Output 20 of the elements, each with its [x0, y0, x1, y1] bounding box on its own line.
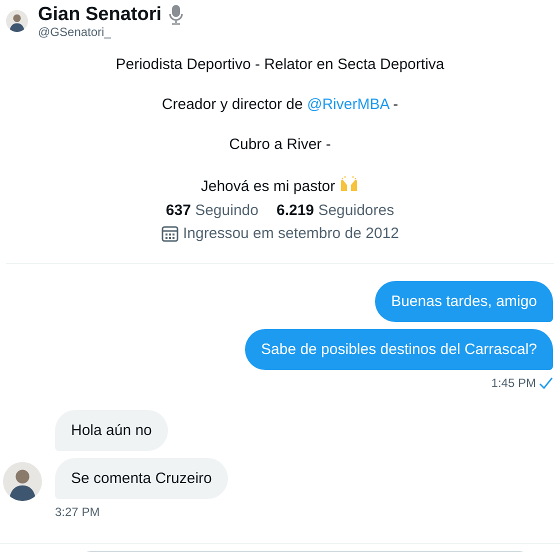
- bio-line: Jehová es mi pastor: [200, 175, 360, 197]
- message-bubble: Sabe de posibles destinos del Carrascal?: [245, 329, 553, 370]
- message-time: 3:27 PM: [55, 505, 100, 519]
- bio-line: Creador y director de @RiverMBA -: [162, 95, 398, 115]
- bio-line: Cubro a River -: [229, 135, 331, 155]
- avatar-icon: [3, 462, 42, 501]
- bio-line: Periodista Deportivo - Relator en Secta Deportiva: [116, 55, 444, 75]
- avatar-icon: [6, 10, 28, 32]
- message-bubble: Se comenta Cruzeiro: [55, 458, 228, 499]
- message-bubble: Buenas tardes, amigo: [375, 281, 553, 322]
- message-bubble: Hola aún no: [55, 410, 168, 451]
- calendar-icon: [161, 225, 180, 243]
- contact-handle: @GSenatori_: [38, 24, 112, 38]
- message-time: 1:45 PM: [491, 376, 536, 390]
- raising-hands-icon: [339, 175, 360, 193]
- microphone-icon: [168, 4, 184, 26]
- join-date: Ingressou em setembro de 2012: [183, 224, 399, 244]
- follow-count-link[interactable]: 6.219 Seguidores: [276, 200, 394, 222]
- follow-count-link[interactable]: 637 Seguindo: [166, 200, 258, 222]
- contact-name: Gian Senatori: [38, 4, 162, 26]
